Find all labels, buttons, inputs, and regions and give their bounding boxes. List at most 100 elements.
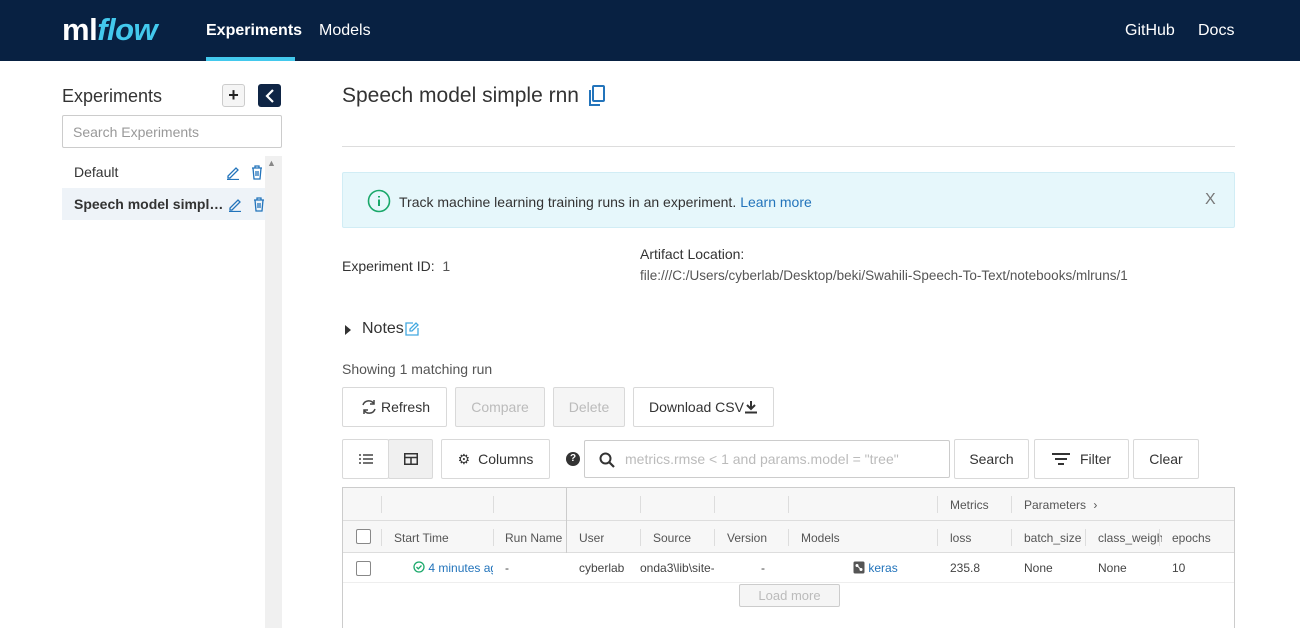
table-row[interactable]: 4 minutes ago - cyberlab onda3\lib\site-…: [343, 553, 1234, 583]
delete-icon[interactable]: [252, 196, 266, 212]
select-all-checkbox[interactable]: [356, 529, 371, 544]
loss-cell: 235.8: [950, 561, 981, 575]
edit-icon[interactable]: [226, 164, 240, 180]
column-divider: [1011, 529, 1012, 546]
logo-ml-text: ml: [62, 12, 98, 47]
refresh-label: Refresh: [380, 399, 431, 415]
filter-button[interactable]: Filter: [1034, 439, 1129, 479]
column-divider: [937, 529, 938, 546]
column-header-source[interactable]: Source: [653, 531, 691, 545]
edit-notes-icon[interactable]: [405, 322, 419, 336]
success-check-icon: [413, 561, 425, 573]
column-divider: [640, 496, 641, 513]
nav-github[interactable]: GitHub: [1125, 22, 1175, 40]
artifact-location-label-row: Artifact Location:: [640, 246, 745, 262]
epochs-cell: 10: [1172, 561, 1186, 575]
add-experiment-button[interactable]: +: [222, 84, 245, 107]
column-header-class-weight[interactable]: class_weigh: [1098, 531, 1162, 545]
nav-experiments[interactable]: Experiments: [206, 22, 302, 40]
nav-models[interactable]: Models: [319, 22, 371, 40]
batch-size-cell: None: [1024, 561, 1053, 575]
load-more-row: Load more: [343, 583, 1234, 627]
chevron-right-icon[interactable]: ›: [1093, 498, 1097, 512]
info-banner: Track machine learning training runs in …: [342, 172, 1235, 228]
filter-icon: [1051, 453, 1070, 465]
column-header-epochs[interactable]: epochs: [1172, 531, 1211, 545]
delete-icon[interactable]: [250, 164, 264, 180]
column-header-start-time[interactable]: Start Time: [394, 531, 449, 545]
model-link[interactable]: keras: [868, 561, 897, 575]
run-name-cell: -: [505, 561, 509, 575]
start-time-cell[interactable]: 4 minutes ago: [413, 561, 493, 575]
edit-icon[interactable]: [228, 196, 242, 212]
matching-runs-count: Showing 1 matching run: [342, 361, 493, 377]
banner-text-container: Track machine learning training runs in …: [399, 194, 812, 210]
table-group-header: Metrics Parameters ›: [343, 488, 1234, 521]
collapse-sidebar-button[interactable]: [258, 84, 281, 107]
column-divider: [714, 529, 715, 546]
experiment-id-value: 1: [442, 258, 451, 274]
column-header-batch-size[interactable]: batch_size: [1024, 531, 1082, 545]
caret-right-icon[interactable]: [345, 325, 351, 335]
learn-more-link[interactable]: Learn more: [740, 194, 812, 210]
clear-button[interactable]: Clear: [1133, 439, 1199, 479]
experiment-list: Default Speech model simple rnn ▲: [62, 156, 282, 628]
column-divider: [381, 496, 382, 513]
sidebar-item-default[interactable]: Default: [62, 156, 265, 188]
notes-toggle[interactable]: Notes: [362, 320, 404, 338]
column-divider: [788, 529, 789, 546]
sidebar-item-label: Speech model simple rnn: [74, 196, 224, 212]
load-more-button[interactable]: Load more: [739, 584, 840, 607]
column-header-models[interactable]: Models: [801, 531, 840, 545]
list-icon: [358, 454, 373, 464]
help-icon[interactable]: ?: [566, 452, 580, 466]
column-header-run-name[interactable]: Run Name: [505, 531, 565, 545]
mlflow-logo[interactable]: mlflow: [62, 10, 158, 50]
columns-button[interactable]: ⚙ Columns: [441, 439, 550, 479]
list-view-button[interactable]: [342, 439, 389, 479]
grid-view-button[interactable]: [388, 439, 433, 479]
row-checkbox[interactable]: [356, 561, 371, 576]
delete-button[interactable]: Delete: [553, 387, 625, 427]
class-weight-cell: None: [1098, 561, 1127, 575]
pinned-divider: [566, 521, 567, 553]
column-divider: [788, 496, 789, 513]
gear-icon: ⚙: [457, 450, 471, 467]
table-column-header: Start Time Run Name User Source Version …: [343, 521, 1234, 553]
parameters-group-header[interactable]: Parameters ›: [1024, 498, 1097, 512]
close-banner-button[interactable]: X: [1205, 191, 1216, 209]
download-csv-button[interactable]: Download CSV: [633, 387, 774, 427]
column-header-version[interactable]: Version: [727, 531, 767, 545]
parameters-group-label: Parameters: [1024, 498, 1087, 512]
sidebar-item-label: Default: [74, 164, 119, 180]
columns-label: Columns: [478, 451, 534, 467]
copy-icon[interactable]: [588, 85, 606, 107]
column-divider: [1085, 529, 1086, 546]
search-icon: [599, 452, 615, 468]
experiment-id-label: Experiment ID: [342, 258, 431, 274]
run-search-box[interactable]: [584, 440, 950, 478]
sidebar-item-speech-model[interactable]: Speech model simple rnn: [62, 188, 265, 220]
refresh-button[interactable]: Refresh: [342, 387, 447, 427]
download-csv-label: Download CSV: [649, 399, 744, 415]
nav-docs[interactable]: Docs: [1198, 22, 1234, 40]
search-button[interactable]: Search: [954, 439, 1029, 479]
column-header-user[interactable]: User: [579, 531, 604, 545]
scroll-up-arrow-icon[interactable]: ▲: [267, 158, 276, 168]
search-experiments-input[interactable]: [62, 115, 282, 148]
start-time-link[interactable]: 4 minutes ago: [428, 561, 493, 575]
sidebar-scrollbar[interactable]: [265, 156, 282, 628]
source-cell[interactable]: onda3\lib\site-: [640, 561, 714, 575]
column-divider: [381, 529, 382, 546]
run-search-input[interactable]: [625, 449, 935, 469]
models-cell[interactable]: keras: [853, 561, 898, 575]
pinned-divider: [566, 488, 567, 521]
compare-button[interactable]: Compare: [455, 387, 545, 427]
banner-message: Track machine learning training runs in …: [399, 194, 737, 210]
experiment-id: Experiment ID: 1: [342, 258, 451, 274]
table-icon: [403, 453, 418, 465]
column-header-loss[interactable]: loss: [950, 531, 971, 545]
refresh-icon: [362, 400, 376, 414]
column-divider: [493, 529, 494, 546]
top-nav: mlflow Experiments Models GitHub Docs: [0, 0, 1300, 61]
